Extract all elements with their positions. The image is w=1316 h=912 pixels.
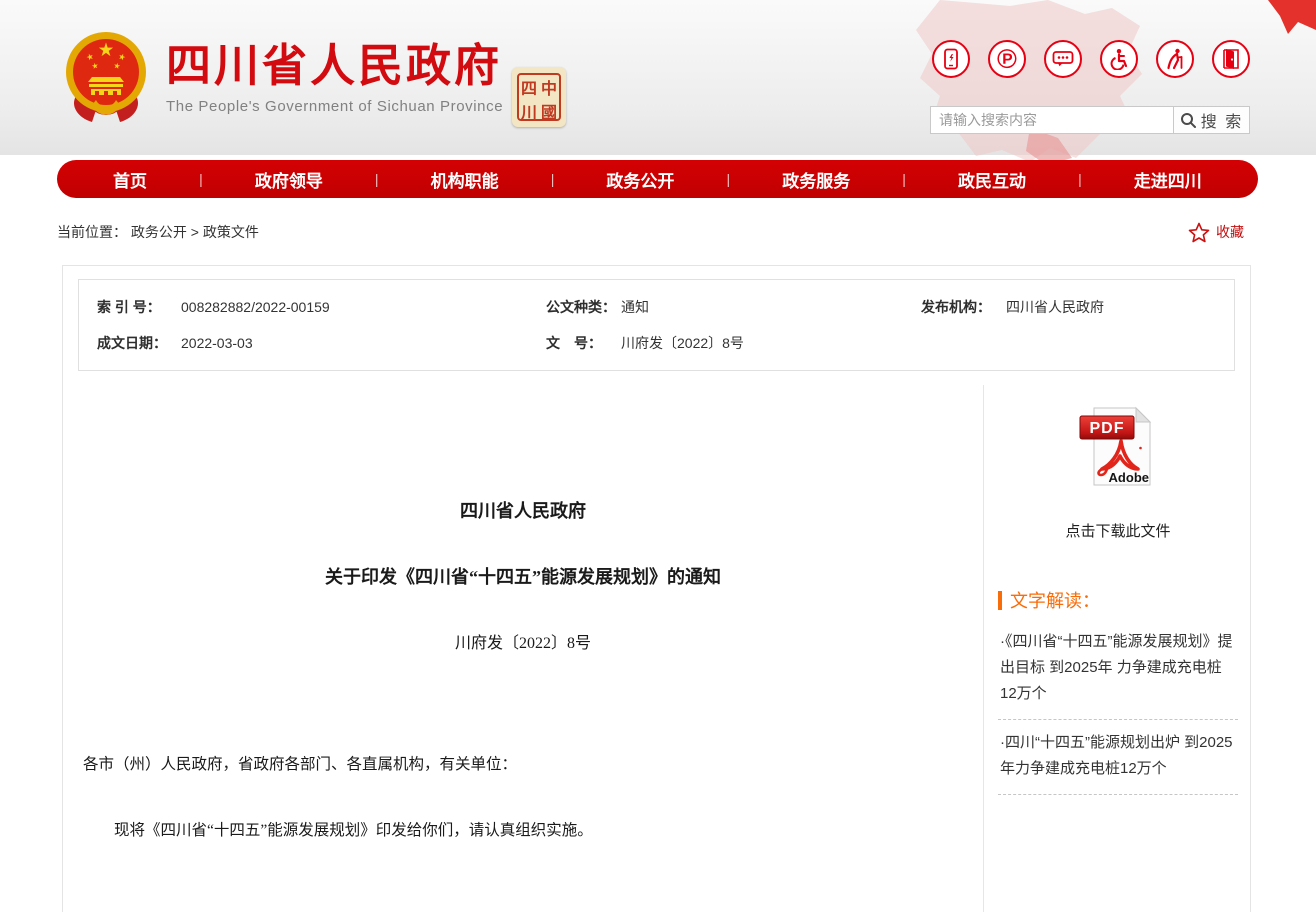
interpretation-item[interactable]: ·《四川省“十四五”能源发展规划》提出目标 到2025年 力争建成充电桩12万个 [998,619,1238,720]
china-sichuan-seal-icon: 中 四 國 川 [512,67,566,127]
svg-text:PDF: PDF [1090,420,1125,437]
document-meta-table: 索 引 号： 008282882/2022-00159 公文种类： 通知 发布机… [78,279,1235,371]
meta-value: 2022-03-03 [181,335,546,351]
meta-value: 通知 [621,297,921,317]
favorite-button[interactable]: 收藏 [1188,222,1258,243]
orange-bar-decoration [998,591,1002,610]
meta-value: 川府发〔2022〕8号 [621,333,921,353]
national-emblem-logo [62,30,150,126]
nav-item-institutional-functions[interactable]: 机构职能 [431,167,499,192]
breadcrumb-link-open-gov[interactable]: 政务公开 [131,224,187,240]
star-icon [1188,222,1210,243]
search-input[interactable] [931,107,1173,133]
breadcrumb-row: 当前位置： 政务公开 > 政策文件 收藏 [57,218,1258,246]
meta-label: 成文日期： [97,333,181,353]
sichuan-map-decoration [880,0,1190,165]
pdf-file-icon: PDF Adobe [1076,405,1160,489]
search-bar: 搜 索 [930,106,1250,134]
brand-block: 四川省人民政府 The People's Government of Sichu… [166,40,503,115]
document-title: 关于印发《四川省“十四五”能源发展规划》的通知 [83,563,963,589]
interpretation-header: 文字解读： [998,587,1238,613]
site-title-english: The People's Government of Sichuan Provi… [166,98,503,115]
meta-label: 公文种类： [546,297,621,317]
nav-item-home[interactable]: 首页 [113,167,147,192]
interpretation-title: 文字解读： [1010,587,1100,613]
main-nav: 首页 | 政府领导 | 机构职能 | 政务公开 | 政务服务 | 政民互动 | … [57,160,1258,198]
interpretation-list: ·《四川省“十四五”能源发展规划》提出目标 到2025年 力争建成充电桩12万个… [998,619,1238,795]
meta-value: 四川省人民政府 [1006,297,1234,317]
circled-p-icon[interactable]: ℗ [988,40,1026,78]
interpretation-item[interactable]: ·四川“十四五”能源规划出炉 到2025年力争建成充电桩12万个 [998,720,1238,795]
quick-access-icon-row: ℗ [932,40,1250,78]
search-icon [1180,112,1197,129]
corner-ribbon-decoration [1258,0,1316,44]
meta-value: 008282882/2022-00159 [181,299,546,315]
document-body: 四川省人民政府 关于印发《四川省“十四五”能源发展规划》的通知 川府发〔2022… [63,385,983,912]
site-header: 四川省人民政府 The People's Government of Sichu… [0,0,1316,155]
favorite-label: 收藏 [1216,222,1244,242]
download-file-link[interactable]: 点击下载此文件 [998,520,1238,541]
nav-item-public-interaction[interactable]: 政民互动 [958,167,1026,192]
breadcrumb: 当前位置： 政务公开 > 政策文件 [57,222,259,242]
nav-item-discover-sichuan[interactable]: 走进四川 [1134,167,1202,192]
nav-item-government-leaders[interactable]: 政府领导 [255,167,323,192]
page: 四川省人民政府 The People's Government of Sichu… [0,0,1316,912]
document-paragraph: 现将《四川省“十四五”能源发展规划》印发给你们，请认真组织实施。 [83,819,963,843]
meta-label: 文 号： [546,333,621,353]
door-icon[interactable] [1212,40,1250,78]
seal-characters: 中 四 國 川 [517,73,561,121]
site-title: 四川省人民政府 [166,40,503,92]
senior-mode-icon[interactable] [1156,40,1194,78]
search-button-label: 搜 索 [1201,108,1243,132]
document-container: 索 引 号： 008282882/2022-00159 公文种类： 通知 发布机… [62,265,1251,912]
sidebar: PDF Adobe 点击下载此文件 文字解读： ·《四川省“十四五”能源发展规划… [983,385,1250,912]
document-number: 川府发〔2022〕8号 [83,629,963,653]
breadcrumb-prefix: 当前位置： [57,224,127,240]
pdf-download-block[interactable]: PDF Adobe [998,405,1238,494]
message-icon[interactable] [1044,40,1082,78]
document-org-title: 四川省人民政府 [83,497,963,523]
content-columns: 四川省人民政府 关于印发《四川省“十四五”能源发展规划》的通知 川府发〔2022… [63,385,1250,912]
svg-text:Adobe: Adobe [1109,470,1149,485]
breadcrumb-link-policy-files[interactable]: 政策文件 [203,224,259,240]
meta-label: 发布机构： [921,297,1006,317]
search-button[interactable]: 搜 索 [1173,107,1249,133]
accessibility-icon[interactable] [1100,40,1138,78]
meta-label: 索 引 号： [97,297,181,317]
mobile-icon[interactable] [932,40,970,78]
document-paragraph: 各市（州）人民政府，省政府各部门、各直属机构，有关单位： [83,753,963,777]
nav-item-government-services[interactable]: 政务服务 [782,167,850,192]
nav-item-government-affairs[interactable]: 政务公开 [606,167,674,192]
